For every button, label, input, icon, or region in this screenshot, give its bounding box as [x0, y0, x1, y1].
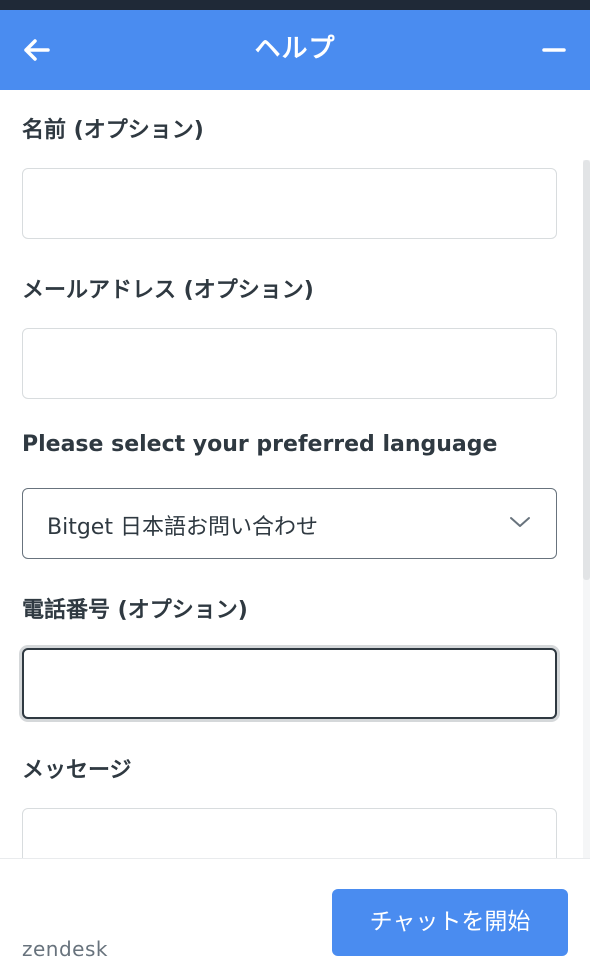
chevron-down-icon [510, 517, 530, 527]
language-label: Please select your preferred language [22, 432, 498, 457]
email-label: メールアドレス (オプション) [22, 278, 314, 303]
chat-footer: zendesk チャットを開始 [0, 858, 590, 969]
zendesk-logo[interactable]: zendesk [22, 937, 108, 961]
minimize-button[interactable] [534, 30, 574, 70]
language-selected-value: Bitget 日本語お問い合わせ [47, 515, 318, 540]
minimize-icon [542, 48, 566, 52]
header-title: ヘルプ [254, 34, 336, 64]
language-select[interactable]: Bitget 日本語お問い合わせ [22, 488, 557, 559]
message-label: メッセージ [22, 758, 132, 783]
phone-field[interactable] [22, 648, 557, 719]
chat-header: ヘルプ [0, 10, 590, 90]
phone-label: 電話番号 (オプション) [22, 598, 248, 623]
top-status-strip [0, 0, 590, 10]
start-chat-button[interactable]: チャットを開始 [332, 889, 568, 956]
message-field[interactable] [22, 808, 557, 858]
name-field[interactable] [22, 168, 557, 239]
name-label: 名前 (オプション) [22, 118, 204, 143]
scrollbar-thumb[interactable] [583, 160, 590, 580]
form-scroll-area[interactable]: 名前 (オプション) メールアドレス (オプション) Please select… [0, 90, 590, 858]
email-field[interactable] [22, 328, 557, 399]
